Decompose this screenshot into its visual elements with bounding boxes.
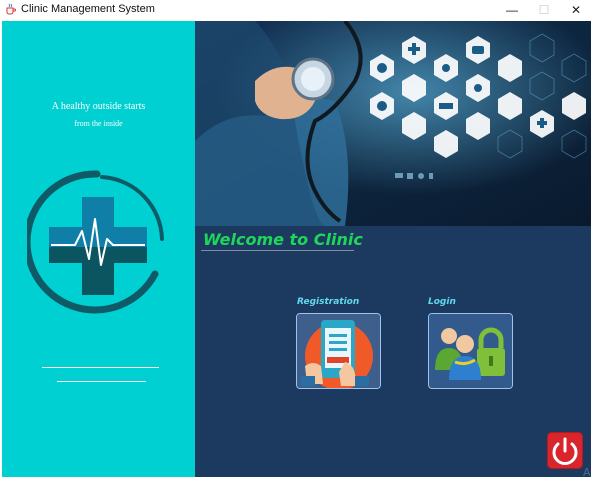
corner-text: A	[583, 466, 591, 477]
maximize-button[interactable]: ☐	[529, 0, 559, 19]
users-lock-icon	[429, 314, 512, 388]
doctor-stethoscope-medical-icons-banner	[195, 21, 591, 226]
login-button[interactable]	[428, 313, 513, 389]
tagline-line-2: from the inside	[74, 119, 123, 128]
welcome-heading: Welcome to Clinic	[203, 230, 363, 249]
power-icon	[552, 437, 578, 465]
app-window: Clinic Management System — ☐ ✕ A healthy…	[0, 0, 591, 477]
medical-cross-heartbeat-logo	[27, 170, 164, 314]
exit-button[interactable]	[547, 432, 583, 469]
close-button[interactable]: ✕	[561, 0, 591, 19]
registration-button[interactable]	[296, 313, 381, 389]
main-panel: Welcome to Clinic Registration Login A	[195, 21, 591, 477]
divider-line-2	[57, 381, 146, 382]
welcome-underline	[201, 250, 354, 251]
title-bar: Clinic Management System — ☐ ✕	[0, 0, 591, 19]
java-cup-icon	[6, 3, 16, 15]
registration-label: Registration	[297, 297, 360, 307]
minimize-button[interactable]: —	[497, 0, 527, 19]
divider-line-1	[42, 367, 159, 368]
tagline-line-1: A healthy outside starts	[51, 101, 146, 112]
login-label: Login	[428, 297, 456, 307]
window-title: Clinic Management System	[21, 3, 155, 15]
tablet-register-icon	[297, 314, 380, 388]
sidebar-panel: A healthy outside starts from the inside	[2, 21, 195, 477]
